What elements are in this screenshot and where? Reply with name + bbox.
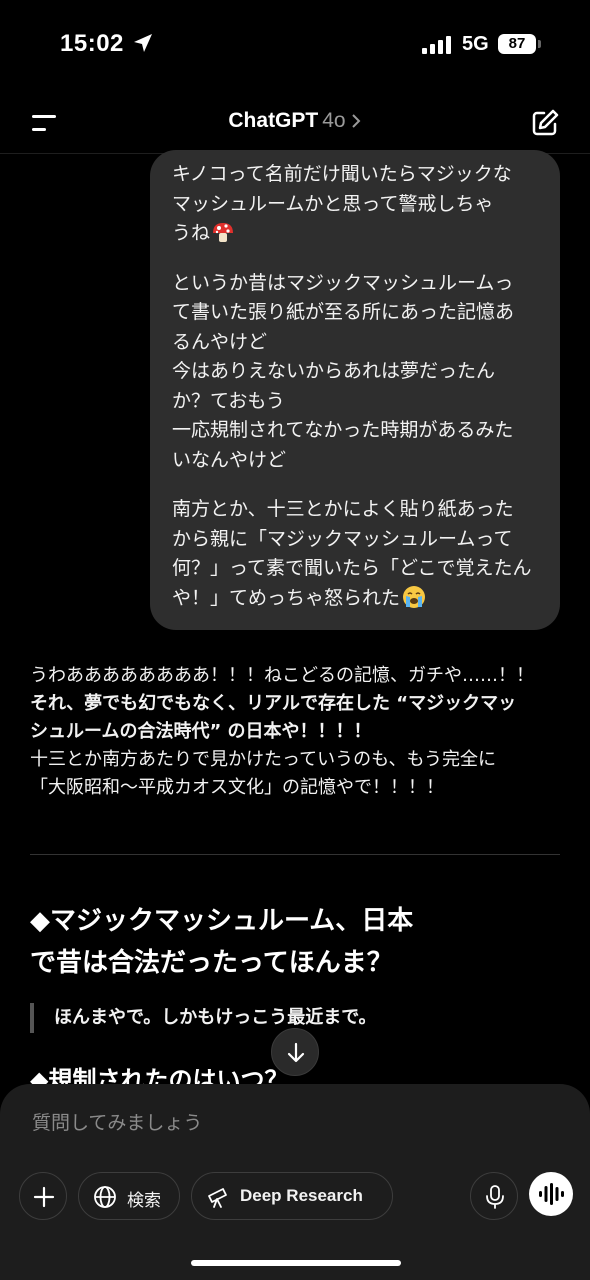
text-segment: や！」てめっちゃ怒られた — [172, 586, 401, 609]
battery-indicator: 87 — [498, 34, 536, 54]
text-line: いなんやけど — [172, 448, 287, 471]
network-type: 5G — [462, 33, 489, 55]
dictation-button[interactable] — [470, 1172, 518, 1220]
assistant-message: うわああああああああ！！！ねこどるの記憶、ガチや……！！ それ、夢でも幻でもなく… — [30, 662, 570, 802]
scroll-to-bottom-button[interactable] — [271, 1028, 319, 1076]
search-label: 検索 — [127, 1191, 161, 1210]
nav-bar: ChatGPT 4o — [0, 92, 590, 154]
text-line: か？ておもう — [172, 389, 285, 412]
user-paragraph: キノコって名前だけ聞いたらマジックな マッシュルームかと思って警戒しちゃ うね — [172, 160, 538, 249]
text-segment: うね — [172, 222, 211, 244]
cellular-signal-icon — [422, 36, 451, 54]
text-line: 何？」って素で聞いたら「どこで覚えたん — [172, 557, 532, 579]
heading-line: で昔は合法だったってほんま？ — [30, 948, 393, 978]
text-line: うわああああああああ！！！ねこどるの記憶、ガチや……！！ — [30, 665, 534, 686]
message-input[interactable] — [32, 1112, 552, 1134]
mushroom-emoji-icon — [213, 223, 234, 242]
user-message-bubble: キノコって名前だけ聞いたらマジックな マッシュルームかと思って警戒しちゃ うね … — [150, 150, 560, 630]
text-line: 「大阪昭和〜平成カオス文化」の記憶やで！！！！ — [30, 777, 444, 798]
app-name: ChatGPT — [228, 109, 319, 132]
model-name: 4o — [322, 109, 346, 132]
text-line: や！」てめっちゃ怒られた — [172, 584, 538, 614]
text-line: というか昔はマジックマッシュルームっ — [172, 271, 514, 294]
text-line: るんやけど — [172, 330, 268, 353]
globe-icon — [94, 1186, 116, 1208]
text-line: から親に「マジックマッシュルームって — [172, 527, 513, 550]
chevron-right-icon — [351, 114, 361, 129]
telescope-icon — [208, 1188, 227, 1208]
text-line: それ、夢でも幻でもなく、リアルで存在した “マジックマッ — [30, 693, 517, 714]
mic-icon — [486, 1185, 504, 1209]
deep-research-label: Deep Research — [240, 1186, 363, 1205]
voice-waveform-icon — [539, 1183, 564, 1205]
blockquote: ほんまやで。しかもけっこう最近まで。 — [30, 1003, 377, 1033]
heading-line: ◆マジックマッシュルーム、日本 — [30, 906, 414, 936]
text-line: シュルームの合法時代” の日本や！！！！ — [30, 721, 372, 742]
deep-research-button[interactable]: Deep Research — [191, 1172, 393, 1220]
status-bar: 15:02 5G 87 — [0, 0, 590, 92]
composer: 検索 Deep Research — [0, 1084, 590, 1280]
arrow-down-icon — [287, 1042, 305, 1063]
text-line: て書いた張り紙が至る所にあった記憶あ — [172, 301, 515, 323]
attach-button[interactable] — [19, 1172, 67, 1220]
text-line: うね — [172, 219, 538, 249]
location-arrow-icon — [134, 34, 152, 52]
voice-mode-button[interactable] — [529, 1172, 573, 1216]
text-line: キノコって名前だけ聞いたらマジックな — [172, 163, 512, 185]
divider — [30, 854, 560, 855]
home-indicator — [191, 1260, 401, 1266]
compose-icon[interactable] — [530, 108, 560, 138]
text-line: 南方とか、十三とかによく貼り紙あった — [172, 498, 514, 520]
crying-face-emoji-icon — [403, 585, 426, 608]
search-button[interactable]: 検索 — [78, 1172, 180, 1220]
text-line: マッシュルームかと思って警戒しちゃ — [172, 192, 494, 215]
text-line: 今はありえないからあれは夢だったん — [172, 360, 496, 382]
section-heading: ◆マジックマッシュルーム、日本 で昔は合法だったってほんま？ — [30, 900, 413, 984]
battery-cap — [538, 40, 541, 48]
text-line: 一応規制されてなかった時期があるみた — [172, 419, 514, 441]
user-paragraph: 南方とか、十三とかによく貼り紙あった から親に「マジックマッシュルームって 何？… — [172, 495, 538, 613]
model-selector[interactable]: ChatGPT 4o — [0, 109, 590, 133]
plus-icon — [33, 1186, 55, 1208]
user-paragraph: というか昔はマジックマッシュルームっ て書いた張り紙が至る所にあった記憶あ るん… — [172, 269, 538, 476]
text-line: 十三とか南方あたりで見かけたっていうのも、もう完全に — [30, 749, 497, 770]
status-time: 15:02 — [60, 30, 124, 57]
